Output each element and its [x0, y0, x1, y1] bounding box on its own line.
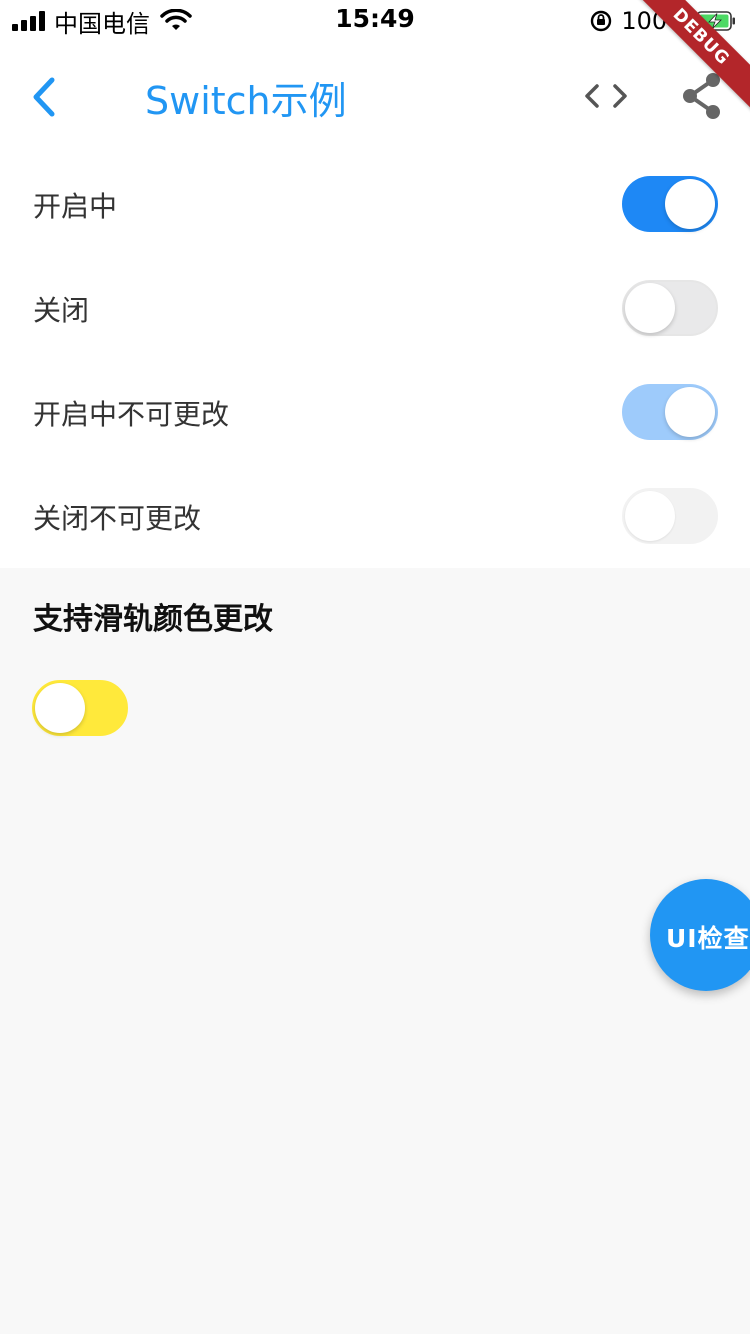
track-color-switch[interactable] [32, 680, 128, 736]
status-bar: 中国电信 15:49 100% [0, 0, 750, 42]
view-source-button[interactable] [582, 74, 630, 118]
switch-label: 开启中 [33, 190, 118, 223]
switch-toggle-disabled [622, 384, 718, 440]
screen: 中国电信 15:49 100% Switch示例 开启中 关闭 开启中不可更改 … [0, 0, 750, 1334]
section-title: 支持滑轨颜色更改 [33, 602, 273, 637]
switch-toggle[interactable] [622, 280, 718, 336]
ui-inspect-button[interactable]: UI检查 [650, 879, 750, 991]
switch-knob [625, 283, 675, 333]
back-button[interactable] [22, 70, 66, 124]
share-icon [683, 73, 720, 119]
switch-toggle-disabled [622, 488, 718, 544]
switch-knob [625, 491, 675, 541]
switch-knob [35, 683, 85, 733]
list-item: 关闭 [0, 256, 750, 360]
list-item: 开启中不可更改 [0, 360, 750, 464]
chevron-left-icon [33, 77, 55, 117]
orientation-lock-icon [591, 10, 612, 32]
list-item: 关闭不可更改 [0, 464, 750, 568]
switch-label: 开启中不可更改 [33, 398, 230, 431]
switch-label: 关闭 [33, 294, 90, 327]
page-title: Switch示例 [145, 79, 347, 123]
switch-knob [665, 179, 715, 229]
switch-list: 开启中 关闭 开启中不可更改 关闭不可更改 [0, 152, 750, 568]
switch-knob [665, 387, 715, 437]
switch-toggle[interactable] [622, 176, 718, 232]
list-item: 开启中 [0, 152, 750, 256]
switch-label: 关闭不可更改 [33, 502, 202, 535]
share-button[interactable] [680, 70, 724, 122]
app-bar: Switch示例 [0, 42, 750, 152]
ui-inspect-label: UI检查 [666, 924, 750, 953]
code-icon [585, 84, 627, 108]
